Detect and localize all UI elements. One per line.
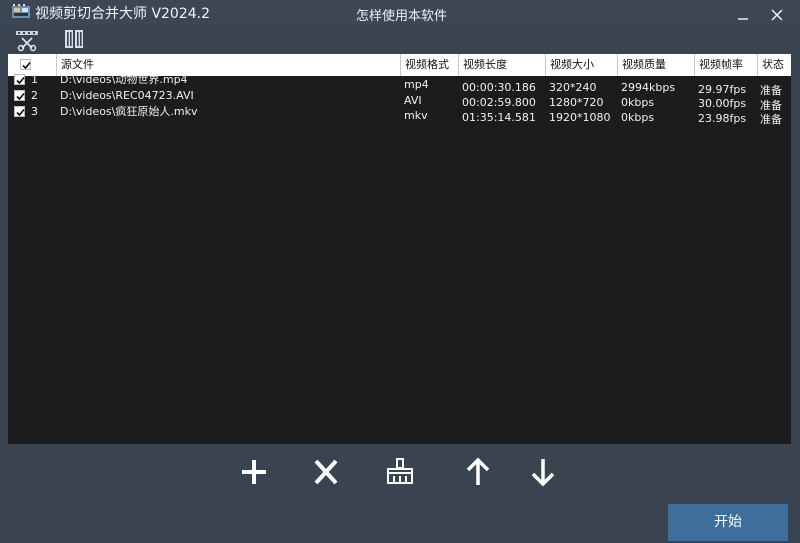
action-bar (0, 444, 800, 500)
title-bar: 视频剪切合并大师 V2024.2 怎样使用本软件 (0, 0, 800, 26)
arrow-down-icon[interactable] (525, 456, 561, 488)
table-row[interactable]: 1 D:\videos\动物世界.mp4 mp4 00:00:30.186 32… (8, 72, 791, 97)
row-fps: 23.98fps (698, 112, 747, 125)
row-index: 2 (31, 89, 38, 102)
close-icon[interactable] (770, 8, 784, 22)
row-index: 3 (31, 105, 38, 118)
table-row[interactable]: 2 D:\videos\REC04723.AVI AVI 00:02:59.80… (8, 88, 791, 112)
help-link[interactable]: 怎样使用本软件 (356, 5, 447, 24)
row-resolution: 1920*1080 (549, 111, 611, 124)
row-index: 1 (31, 73, 38, 86)
arrow-up-icon[interactable] (460, 456, 496, 488)
film-logo-icon (12, 4, 30, 18)
row-source: D:\videos\REC04723.AVI (60, 89, 194, 102)
row-source: D:\videos\动物世界.mp4 (60, 73, 188, 86)
app-title: 视频剪切合并大师 V2024.2 (35, 6, 211, 22)
row-checkbox[interactable] (14, 106, 25, 117)
table-row[interactable]: 3 D:\videos\疯狂原始人.mkv mkv 01:35:14.581 1… (8, 104, 791, 126)
row-bitrate: 0kbps (621, 111, 655, 124)
row-status: 准备 (760, 113, 782, 126)
toolbar (0, 26, 800, 54)
file-table: 源文件 视频格式 视频长度 视频大小 视频质量 视频帧率 状态 1 D:\vid… (8, 54, 791, 444)
start-button[interactable]: 开始 (668, 504, 788, 541)
broom-icon[interactable] (382, 456, 418, 488)
minimize-icon[interactable] (736, 8, 750, 22)
row-checkbox[interactable] (14, 74, 25, 85)
row-duration: 01:35:14.581 (462, 111, 536, 124)
close-x-icon[interactable] (308, 456, 344, 488)
merge-film-icon[interactable] (62, 26, 90, 52)
row-source: D:\videos\疯狂原始人.mkv (60, 105, 198, 118)
scissors-film-icon[interactable] (14, 26, 42, 52)
row-checkbox[interactable] (14, 90, 25, 101)
select-all-checkbox[interactable] (20, 59, 31, 70)
plus-icon[interactable] (236, 456, 272, 488)
row-format: mkv (404, 109, 428, 122)
